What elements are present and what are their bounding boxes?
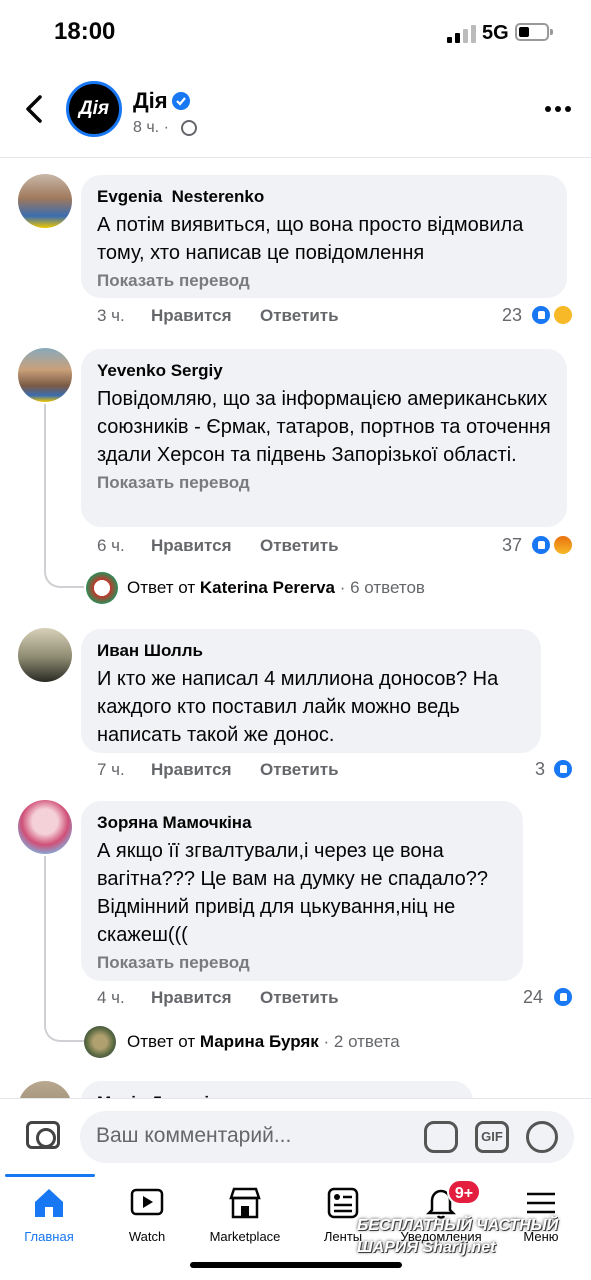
comment: Зоряна Мамочкіна А якщо її згвалтували,і… bbox=[0, 786, 591, 1076]
page-name[interactable]: Дія bbox=[133, 88, 168, 114]
home-indicator bbox=[190, 1262, 402, 1268]
post-header: Дія Дія 8 ч. · bbox=[0, 66, 591, 158]
like-reaction-icon bbox=[552, 758, 574, 780]
comment-author[interactable]: Зоряна Мамочкіна bbox=[97, 812, 507, 834]
like-button[interactable]: Нравится bbox=[151, 988, 232, 1008]
like-reaction-icon bbox=[552, 986, 574, 1008]
comment-input-placeholder: Ваш комментарий... bbox=[96, 1124, 292, 1147]
status-bar: 18:00 5G bbox=[0, 0, 591, 66]
watermark-line-2: ШАРИЯ Sharij.net bbox=[357, 1239, 496, 1256]
avatar[interactable] bbox=[18, 174, 72, 228]
reply-author: Марина Буряк bbox=[199, 1032, 319, 1051]
home-icon bbox=[35, 1189, 63, 1217]
comment-author[interactable]: Yevenko Sergiy bbox=[97, 360, 551, 382]
reply-author: Katerina Pererva bbox=[199, 578, 335, 597]
signal-icon bbox=[447, 25, 477, 43]
comment-time: 4 ч. bbox=[97, 988, 125, 1007]
comment-bubble[interactable]: Зоряна Мамочкіна А якщо її згвалтували,і… bbox=[81, 801, 523, 981]
status-time: 18:00 bbox=[54, 18, 116, 45]
avatar[interactable] bbox=[18, 348, 72, 402]
comment-author[interactable]: Иван Шолль bbox=[97, 640, 525, 662]
network-type: 5G bbox=[482, 22, 509, 44]
comment: Yevenko Sergiy Повідомляю, що за інформа… bbox=[0, 334, 591, 614]
thread-line bbox=[44, 856, 84, 1042]
page-avatar[interactable]: Дія bbox=[66, 81, 122, 137]
feeds-icon bbox=[327, 1187, 359, 1219]
avatar[interactable] bbox=[18, 628, 72, 682]
reply-avatar[interactable] bbox=[84, 1026, 116, 1058]
show-translation-link[interactable]: Показать перевод bbox=[97, 471, 551, 495]
watermark-line-1: БЕСПЛАТНЫЙ ЧАСТНЫЙ bbox=[357, 1217, 559, 1234]
comment-text: А потім виявиться, що вона просто відмов… bbox=[97, 214, 524, 264]
comment-text: Повідомляю, що за інформацією американсь… bbox=[97, 388, 551, 466]
comment-text: И кто же написал 4 миллиона доносов? На … bbox=[97, 668, 499, 746]
thread-line bbox=[44, 404, 84, 588]
comment-composer: Ваш комментарий... GIF bbox=[0, 1098, 591, 1174]
notification-badge: 9+ bbox=[447, 1179, 481, 1205]
battery-icon bbox=[515, 23, 553, 41]
like-button[interactable]: Нравится bbox=[151, 536, 232, 556]
post-time: 8 ч. · bbox=[133, 119, 169, 136]
reply-button[interactable]: Ответить bbox=[260, 306, 339, 326]
comment: Evgenia Nesterenko А потім виявиться, що… bbox=[0, 160, 591, 340]
like-reaction-icon bbox=[530, 534, 552, 556]
reply-prefix: Ответ от bbox=[127, 1032, 196, 1051]
haha-reaction-icon bbox=[552, 304, 574, 326]
reply-button[interactable]: Ответить bbox=[260, 760, 339, 780]
angry-reaction-icon bbox=[552, 534, 574, 556]
reply-prefix: Ответ от bbox=[127, 578, 196, 597]
comment-time: 6 ч. bbox=[97, 536, 125, 555]
view-replies-link[interactable]: Ответ от Марина Буряк · 2 ответа bbox=[127, 1032, 400, 1052]
reaction-count[interactable]: 23 bbox=[502, 305, 522, 326]
verified-badge-icon bbox=[172, 92, 190, 110]
comment-bubble[interactable]: Yevenko Sergiy Повідомляю, що за інформа… bbox=[81, 349, 567, 527]
comment-bubble[interactable]: Иван Шолль И кто же написал 4 миллиона д… bbox=[81, 629, 541, 753]
like-reaction-icon bbox=[530, 304, 552, 326]
comment: Марія Дмитрієва bbox=[0, 1076, 591, 1100]
comment: Иван Шолль И кто же написал 4 миллиона д… bbox=[0, 614, 591, 794]
view-replies-link[interactable]: Ответ от Katerina Pererva · 6 ответов bbox=[127, 578, 425, 598]
globe-icon bbox=[181, 120, 197, 136]
marketplace-icon bbox=[229, 1187, 261, 1219]
reaction-count[interactable]: 37 bbox=[502, 535, 522, 556]
show-translation-link[interactable]: Показать перевод bbox=[97, 269, 551, 293]
reply-button[interactable]: Ответить bbox=[260, 988, 339, 1008]
reaction-count[interactable]: 3 bbox=[535, 759, 545, 780]
reply-count: · 6 ответов bbox=[335, 578, 425, 597]
like-button[interactable]: Нравится bbox=[151, 760, 232, 780]
like-button[interactable]: Нравится bbox=[151, 306, 232, 326]
comment-time: 3 ч. bbox=[97, 306, 125, 325]
comment-input[interactable]: Ваш комментарий... GIF bbox=[80, 1111, 574, 1163]
comment-bubble[interactable]: Evgenia Nesterenko А потім виявиться, що… bbox=[81, 175, 567, 298]
gif-icon[interactable]: GIF bbox=[475, 1121, 509, 1153]
avatar[interactable] bbox=[18, 800, 72, 854]
more-options-icon[interactable] bbox=[545, 106, 571, 114]
reply-count: · 2 ответа bbox=[318, 1032, 400, 1051]
reaction-count[interactable]: 24 bbox=[523, 987, 543, 1008]
watch-icon bbox=[130, 1188, 164, 1216]
comment-text: А якщо її згвалтували,і через це вона ва… bbox=[97, 840, 489, 946]
camera-icon[interactable] bbox=[26, 1121, 60, 1149]
show-translation-link[interactable]: Показать перевод bbox=[97, 951, 507, 975]
reply-button[interactable]: Ответить bbox=[260, 536, 339, 556]
comment-time: 7 ч. bbox=[97, 760, 125, 779]
comment-author[interactable]: Evgenia Nesterenko bbox=[97, 186, 551, 208]
reply-avatar[interactable] bbox=[86, 572, 118, 604]
back-arrow-icon[interactable] bbox=[22, 94, 46, 124]
emoji-icon[interactable] bbox=[526, 1121, 558, 1153]
sticker-icon[interactable] bbox=[424, 1121, 458, 1153]
watermark: БЕСПЛАТНЫЙ ЧАСТНЫЙ ШАРИЯ Sharij.net bbox=[357, 1215, 583, 1259]
